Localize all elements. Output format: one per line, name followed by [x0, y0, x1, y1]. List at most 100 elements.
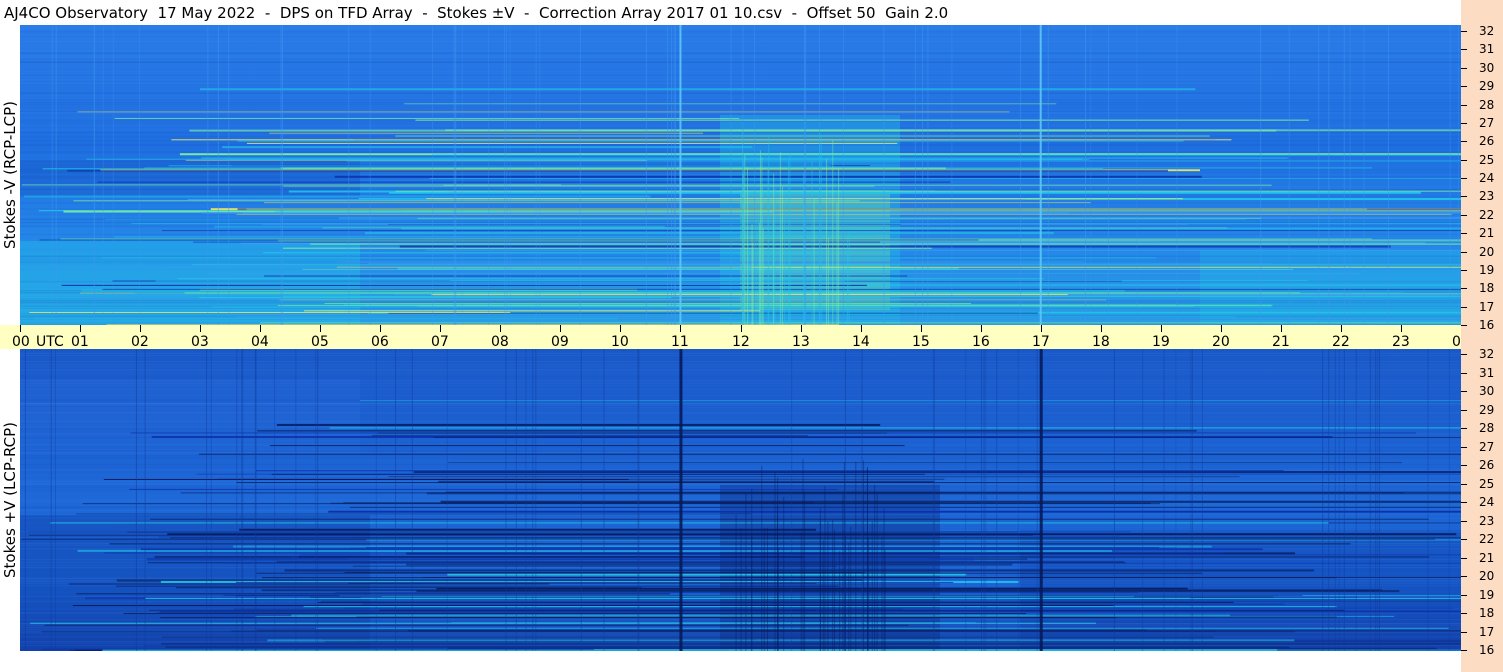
frequency-tick-mark — [1461, 613, 1467, 614]
vertical-streak — [1191, 349, 1193, 651]
texture-line — [20, 611, 1461, 613]
vertical-streak — [1378, 349, 1380, 651]
time-tick-mark — [801, 325, 802, 332]
interference-band — [61, 284, 867, 286]
texture-line — [20, 140, 1461, 142]
burst-streak — [848, 543, 850, 651]
burst-streak — [742, 130, 744, 325]
texture-line — [20, 196, 1461, 198]
texture-line — [20, 315, 1461, 317]
time-tick-label: 20 — [1212, 334, 1230, 350]
texture-line — [20, 152, 1461, 154]
texture-line — [20, 154, 1461, 156]
interference-band — [223, 594, 1303, 596]
texture-line — [20, 70, 1461, 72]
vertical-streak — [217, 25, 219, 325]
texture-line — [20, 535, 1461, 537]
vertical-streak — [1328, 25, 1330, 325]
texture-line — [20, 120, 1461, 122]
time-tick-label: 02 — [131, 334, 149, 350]
vertical-streak — [983, 349, 985, 651]
texture-line — [20, 136, 1461, 138]
burst-streak — [876, 493, 878, 651]
burst-streak — [789, 239, 791, 325]
interference-band — [283, 247, 932, 249]
vertical-streak — [1369, 349, 1371, 651]
time-tick-mark — [1281, 325, 1282, 332]
texture-line — [20, 580, 1461, 582]
burst-streak — [779, 152, 781, 325]
texture-line — [20, 406, 1461, 408]
texture-line — [20, 290, 1461, 292]
texture-line — [20, 499, 1461, 501]
burst-streak — [767, 167, 769, 325]
vertical-streak — [580, 349, 582, 651]
burst-streak — [832, 519, 834, 651]
texture-line — [20, 307, 1461, 309]
burst-streak — [752, 242, 754, 325]
texture-line — [20, 99, 1461, 101]
burst-streak — [748, 241, 750, 325]
vertical-streak — [1322, 349, 1324, 651]
texture-line — [20, 286, 1461, 288]
texture-line — [20, 213, 1461, 215]
texture-line — [20, 360, 1461, 362]
texture-line — [20, 458, 1461, 460]
texture-line — [20, 546, 1461, 548]
vertical-streak — [54, 349, 56, 651]
interference-band — [97, 181, 951, 183]
texture-line — [20, 630, 1461, 632]
interference-band — [275, 210, 1461, 212]
burst-streak — [784, 189, 786, 325]
frequency-tick-mark — [1461, 373, 1467, 374]
texture-line — [20, 366, 1461, 368]
time-tick-label: 04 — [251, 334, 269, 350]
frequency-tick-label: 18 — [1479, 281, 1495, 295]
vertical-streak — [1190, 349, 1192, 651]
vertical-streak — [1260, 25, 1262, 325]
texture-line — [20, 556, 1461, 558]
frequency-tick-label: 28 — [1479, 421, 1495, 435]
vertical-streak — [951, 25, 953, 325]
texture-line — [20, 50, 1461, 52]
frequency-tick-mark — [1461, 650, 1467, 651]
vertical-streak — [375, 349, 377, 651]
vertical-streak — [535, 25, 537, 325]
time-tick-label: 11 — [671, 334, 689, 350]
texture-line — [20, 124, 1461, 126]
frequency-tick-mark — [1461, 215, 1467, 216]
frequency-tick-label: 28 — [1479, 98, 1495, 112]
time-tick-mark — [1401, 325, 1402, 332]
vertical-streak — [1363, 25, 1365, 325]
texture-line — [20, 84, 1461, 86]
texture-line — [20, 56, 1461, 58]
vertical-streak — [135, 349, 137, 651]
burst-streak — [883, 508, 885, 651]
burst-streak — [751, 224, 753, 325]
texture-line — [20, 369, 1461, 371]
texture-line — [20, 540, 1461, 542]
frequency-tick-label: 27 — [1479, 116, 1495, 130]
frequency-tick-mark — [1461, 196, 1467, 197]
vertical-streak — [274, 349, 276, 651]
texture-line — [20, 394, 1461, 396]
burst-streak — [871, 521, 873, 651]
frequency-tick-mark — [1461, 288, 1467, 289]
burst-streak — [811, 160, 813, 325]
texture-line — [20, 469, 1461, 471]
interference-band — [77, 549, 1112, 552]
texture-line — [20, 303, 1461, 305]
frequency-tick-label: 24 — [1479, 495, 1495, 509]
texture-line — [20, 480, 1461, 482]
texture-line — [20, 489, 1461, 491]
vertical-streak — [1020, 25, 1022, 325]
texture-line — [20, 462, 1461, 464]
texture-line — [20, 176, 1461, 178]
vertical-streak — [242, 349, 244, 651]
texture-line — [20, 601, 1461, 603]
time-marker-line — [1039, 25, 1042, 325]
texture-line — [20, 298, 1461, 300]
vertical-streak — [603, 349, 605, 651]
vertical-streak — [883, 25, 885, 325]
texture-line — [20, 586, 1461, 588]
